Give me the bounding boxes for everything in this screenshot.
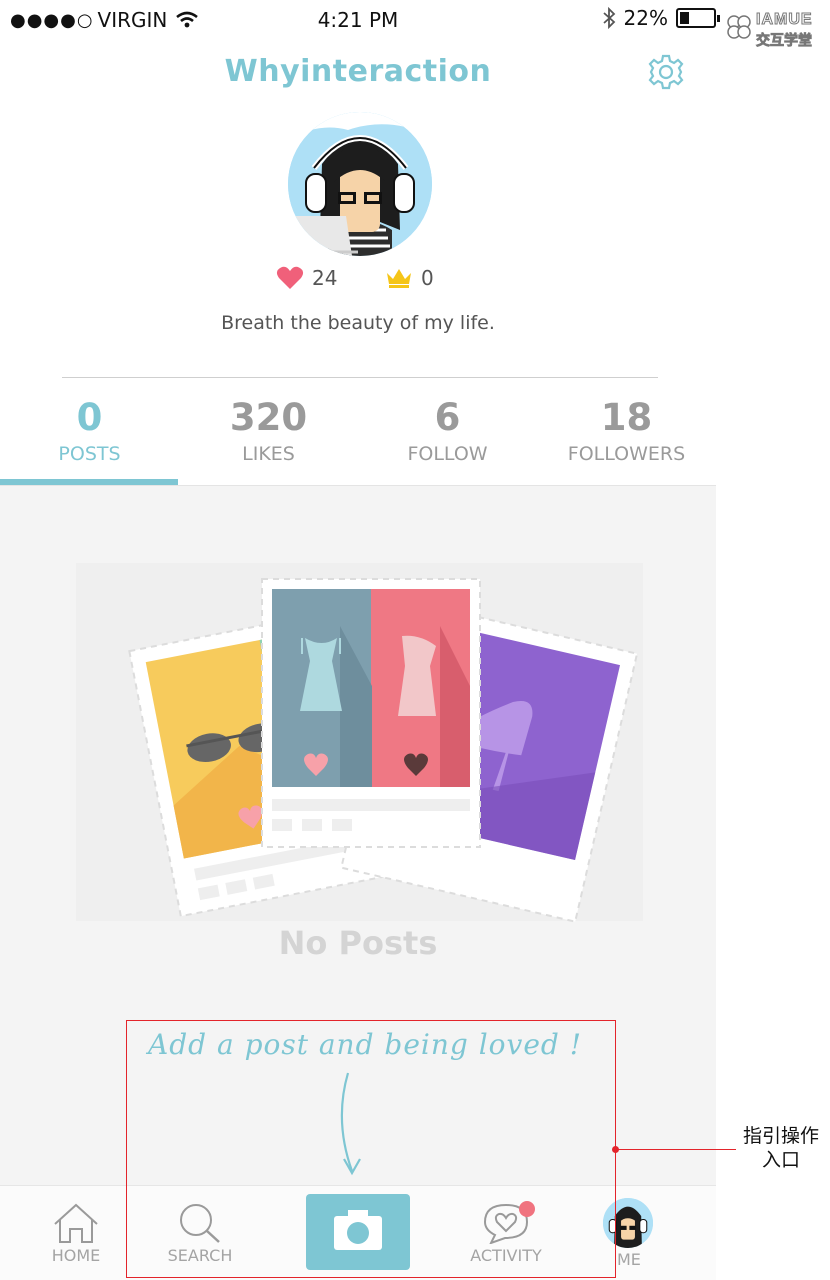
tab-follow-count: 6	[434, 396, 461, 439]
nav-me-label: ME	[617, 1250, 641, 1269]
crown-icon	[387, 269, 411, 288]
home-icon	[54, 1203, 98, 1243]
status-bar: ●●●●○ VIRGIN 4:21 PM 22%	[0, 0, 720, 40]
divider	[62, 377, 658, 378]
profile-mini-stats: 24 0	[0, 266, 716, 296]
tab-likes-count: 320	[229, 396, 308, 439]
watermark-logo: IAMUE 交互学堂	[722, 10, 822, 50]
nav-home-label: HOME	[51, 1246, 101, 1265]
annotation-line-2: 入口	[761, 1149, 800, 1171]
hearts-count: 24	[312, 266, 338, 290]
tab-followers[interactable]: 18 FOLLOWERS	[537, 395, 716, 487]
tab-posts-count: 0	[76, 396, 103, 439]
empty-state-title: No Posts	[278, 924, 438, 962]
tab-followers-label: FOLLOWERS	[567, 443, 686, 465]
heart-icon	[276, 266, 304, 289]
profile-tabs: 0 POSTS 320 LIKES 6 FOLLOW 18 FOLLOWERS	[0, 395, 716, 487]
battery-icon	[676, 8, 720, 28]
tab-likes-label: LIKES	[242, 443, 295, 465]
tab-posts-label: POSTS	[58, 443, 121, 465]
crowns-count: 0	[421, 266, 434, 290]
annotation-leader-line	[616, 1149, 736, 1150]
battery-percent: 22%	[623, 6, 668, 30]
avatar-illustration	[288, 112, 432, 256]
logo-mark-icon	[727, 15, 751, 39]
tab-followers-count: 18	[600, 396, 653, 439]
page-title: Whyinteraction	[224, 54, 492, 89]
crowns-stat: 0	[385, 266, 434, 290]
annotation-label: 指引操作 入口	[736, 1124, 826, 1172]
bluetooth-icon	[602, 6, 615, 30]
hearts-stat: 24	[276, 266, 337, 290]
settings-gear-icon[interactable]	[646, 52, 686, 92]
annotation-highlight-box	[126, 1020, 616, 1278]
watermark-bottom: 交互学堂	[756, 33, 813, 50]
nav-home[interactable]: HOME	[16, 1186, 136, 1280]
profile-avatar[interactable]	[288, 112, 432, 256]
tab-posts[interactable]: 0 POSTS	[0, 395, 179, 487]
tab-follow[interactable]: 6 FOLLOW	[358, 395, 537, 487]
watermark-top: IAMUE	[756, 11, 813, 29]
annotation-line-1: 指引操作	[742, 1125, 819, 1147]
empty-posts-illustration	[128, 578, 639, 923]
tab-follow-label: FOLLOW	[407, 443, 488, 465]
profile-bio: Breath the beauty of my life.	[221, 312, 495, 334]
tab-likes[interactable]: 320 LIKES	[179, 395, 358, 487]
status-right: 22%	[602, 6, 720, 30]
